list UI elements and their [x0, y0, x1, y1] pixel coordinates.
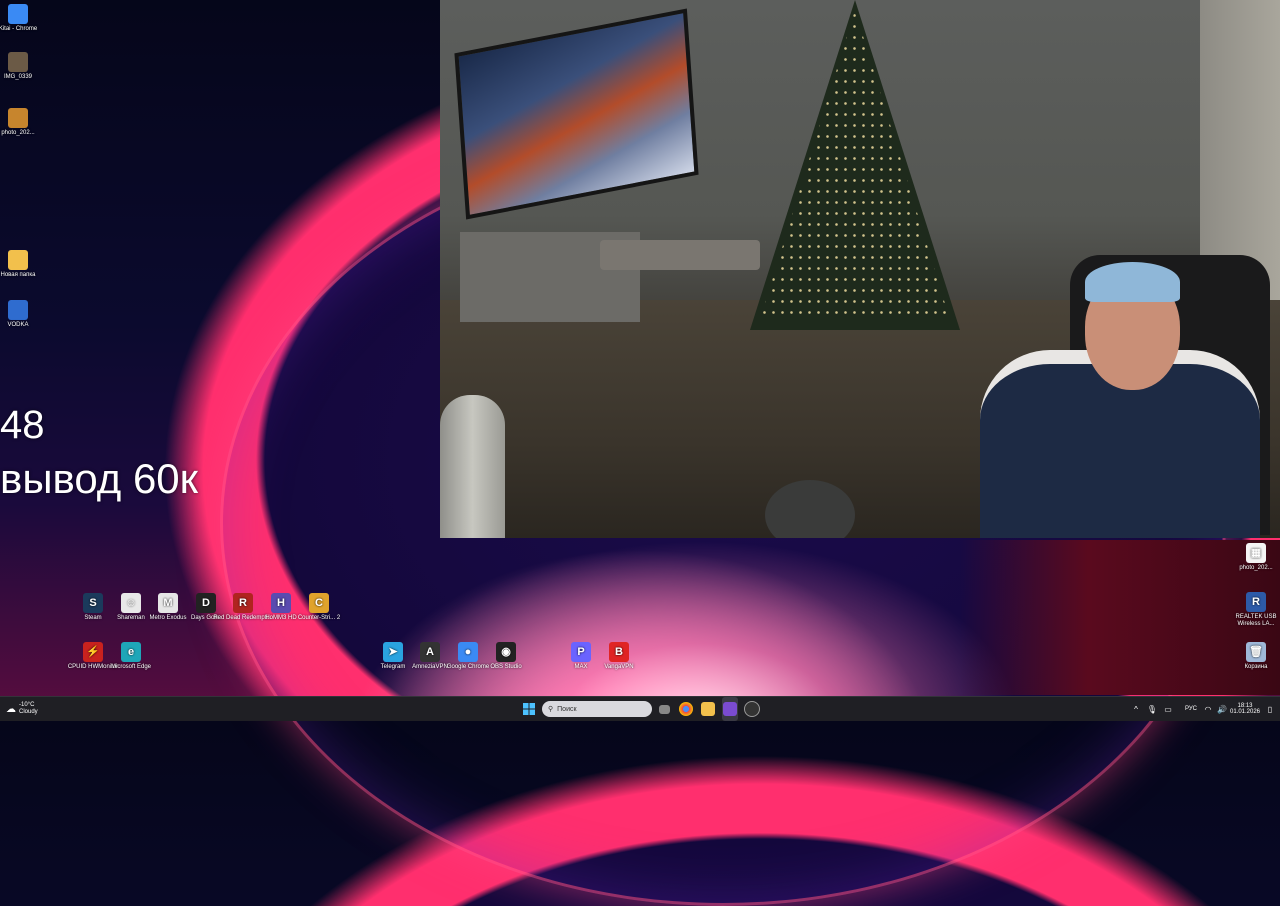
desktop-icon-photo-202-right[interactable]: ▦ photo_202...	[1226, 543, 1280, 572]
wifi-icon: ◠	[1204, 704, 1212, 714]
folder-icon	[8, 250, 28, 270]
obs-icon	[744, 701, 760, 717]
device-icon: ▭	[1164, 704, 1172, 714]
edge-icon: e	[121, 642, 141, 662]
weather-desc: Cloudy	[19, 709, 38, 715]
clock-date: 01.01.2026	[1229, 709, 1261, 715]
desktop-icon-label: VangaVPN	[604, 664, 634, 670]
tray-volume[interactable]: 🔊	[1216, 697, 1228, 721]
clock[interactable]: 18:13 01.01.2026	[1228, 697, 1262, 721]
speaker-icon: 🔊	[1217, 704, 1227, 714]
metro-exodus-icon: M	[158, 593, 178, 613]
desktop-icon-label: Корзина	[1244, 664, 1268, 670]
water-bottle	[440, 395, 505, 538]
desktop-icon-label: Microsoft Edge	[110, 664, 152, 670]
windows-icon	[523, 703, 535, 715]
desktop-icon-label: photo_202...	[1239, 565, 1273, 571]
tray-mic[interactable]: 🎙	[1146, 697, 1158, 721]
taskbar-chrome[interactable]	[678, 697, 694, 721]
cpuid-icon: ⚡	[83, 642, 103, 662]
red-dead-icon: R	[233, 593, 253, 613]
image-icon	[8, 108, 28, 128]
desktop-icon-label: Kitai - Chrome	[0, 26, 38, 32]
desktop-icon-label: photo_202...	[1, 130, 35, 136]
tray-network[interactable]: ◠	[1202, 697, 1214, 721]
desktop-icon-recycle-bin[interactable]: 🗑 Корзина	[1226, 642, 1280, 671]
cloud-icon: ☁	[6, 703, 16, 715]
desktop-icon-label: IMG_0339	[3, 74, 33, 80]
desktop-icon-counter-strike[interactable]: C Counter-Stri... 2	[289, 593, 349, 622]
bell-icon: ▯	[1267, 704, 1273, 714]
microphone-icon: 🎙	[1146, 704, 1158, 714]
folder-icon	[701, 702, 715, 716]
wallpaper-glow	[380, 540, 1020, 720]
language-indicator[interactable]: РУС	[1180, 697, 1202, 721]
counter-strike-icon: C	[309, 593, 329, 613]
chrome-icon	[679, 702, 693, 716]
taskbar-app-active[interactable]	[722, 697, 738, 721]
chevron-up-icon: ^	[1134, 704, 1138, 714]
chrome-icon	[8, 4, 28, 24]
google-chrome-icon: ●	[458, 642, 478, 662]
steam-icon: S	[83, 593, 103, 613]
taskbar: ☁ -10°C Cloudy ⚲ Поиск ^ 🎙 ▭ РУС ◠ 🔊 18:…	[0, 696, 1280, 721]
desktop-icon-label: VODKA	[7, 322, 29, 328]
desktop-icon-label: Новая папка	[0, 272, 36, 278]
desktop-icon-chrome-shortcut-kitai[interactable]: Kitai - Chrome	[0, 4, 48, 33]
desktop-icon-obs-studio[interactable]: ◉ OBS Studio	[476, 642, 536, 671]
desktop-icon-label: Counter-Stri... 2	[297, 615, 341, 621]
task-view-button[interactable]	[656, 697, 672, 721]
vpn-b-icon: B	[609, 642, 629, 662]
desktop-icon-img-0339[interactable]: IMG_0339	[0, 52, 48, 81]
wall-painting	[454, 8, 699, 220]
desktop-icon-photo-202-left[interactable]: photo_202...	[0, 108, 48, 137]
weather-temp: -10°C	[19, 702, 35, 708]
desktop-icon-label: OBS Studio	[490, 664, 522, 670]
desktop-icon-edge[interactable]: e Microsoft Edge	[101, 642, 161, 671]
recycle-bin-icon: 🗑	[1246, 642, 1266, 662]
amneziavpn-icon: A	[420, 642, 440, 662]
taskbar-explorer[interactable]	[700, 697, 716, 721]
taskbar-obs[interactable]	[744, 697, 760, 721]
desktop-icon-new-folder[interactable]: Новая папка	[0, 250, 48, 279]
tray-device[interactable]: ▭	[1162, 697, 1174, 721]
app-icon	[723, 702, 737, 716]
homm3-icon: H	[271, 593, 291, 613]
desktop-icon-realtek[interactable]: R REALTEK USB Wireless LA...	[1226, 592, 1280, 628]
image-icon	[8, 52, 28, 72]
side-table	[600, 240, 760, 270]
search-box[interactable]: ⚲ Поиск	[542, 701, 652, 717]
task-view-icon	[658, 704, 670, 714]
photo-202-right-icon: ▦	[1246, 543, 1266, 563]
desktop-icon-label: REALTEK USB Wireless LA...	[1235, 614, 1277, 627]
language-label: РУС	[1184, 706, 1197, 712]
start-button[interactable]	[520, 697, 538, 721]
app-icon	[8, 300, 28, 320]
overlay-text: вывод 60к	[0, 455, 199, 502]
person-cap	[1085, 262, 1180, 302]
notifications-button[interactable]: ▯	[1264, 697, 1276, 721]
desktop-icon-vpn-b[interactable]: B VangaVPN	[589, 642, 649, 671]
app-p-icon: P	[571, 642, 591, 662]
obs-studio-icon: ◉	[496, 642, 516, 662]
desktop-icon-vodka[interactable]: VODKA	[0, 300, 48, 329]
webcam-feed	[440, 0, 1280, 538]
realtek-icon: R	[1246, 592, 1266, 612]
tray-overflow-button[interactable]: ^	[1130, 697, 1142, 721]
weather-widget[interactable]: ☁ -10°C Cloudy	[6, 697, 56, 721]
overlay-number: 48	[0, 403, 45, 447]
search-placeholder: Поиск	[557, 705, 577, 713]
search-icon: ⚲	[548, 706, 554, 713]
